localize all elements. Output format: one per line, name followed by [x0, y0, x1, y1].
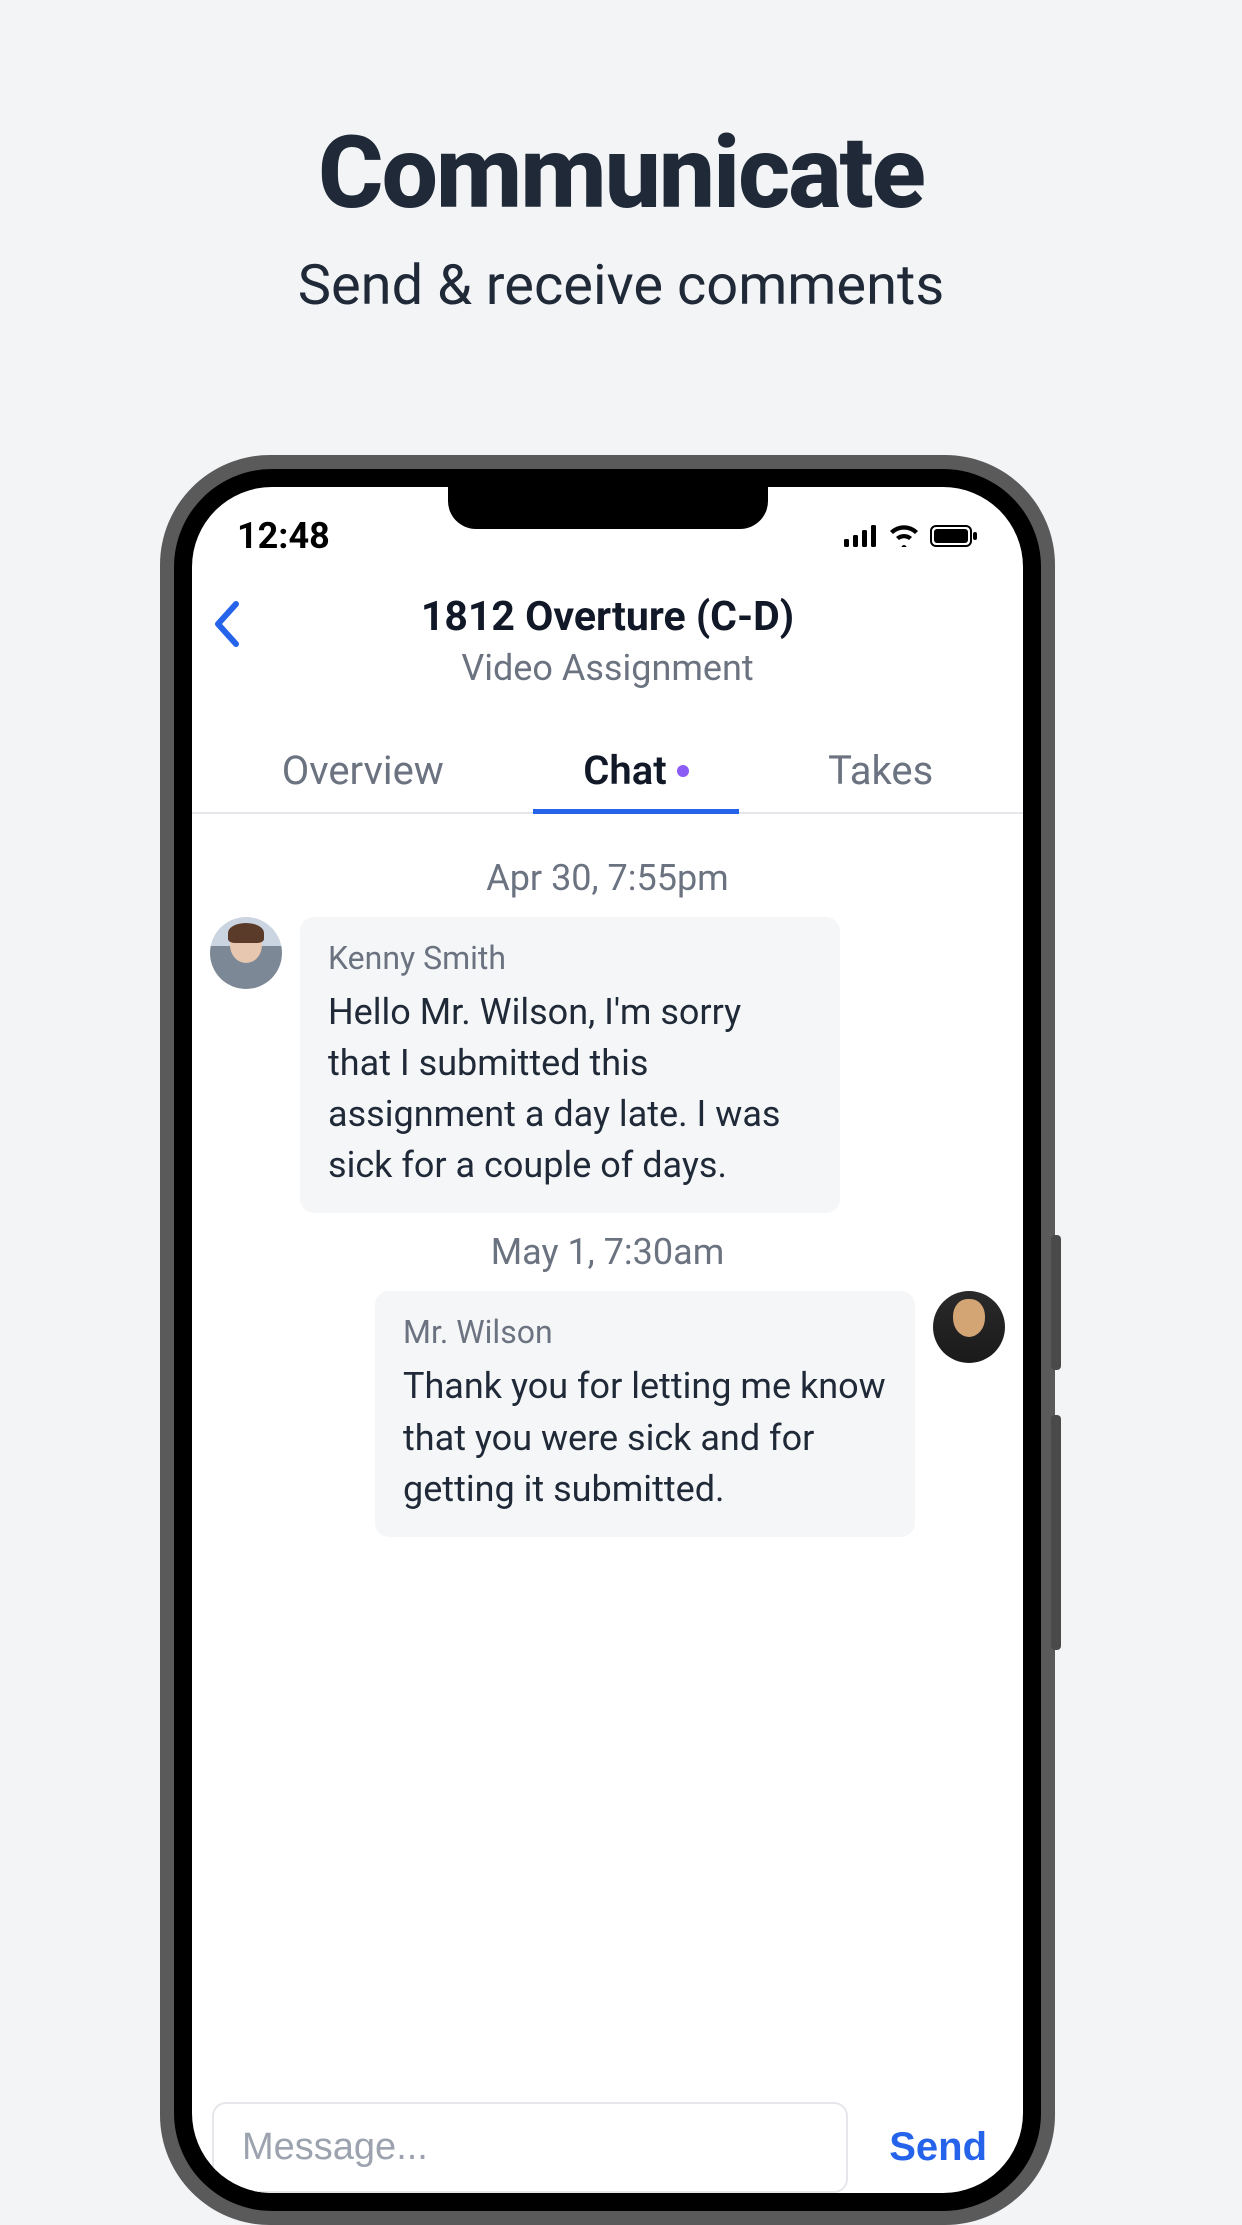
phone-frame: 12:48 1812 Overture (C-D) Video Assignme… — [160, 455, 1055, 2225]
message-text: Thank you for letting me know that you w… — [403, 1361, 887, 1514]
message-bubble: Kenny Smith Hello Mr. Wilson, I'm sorry … — [300, 917, 840, 1213]
notification-dot-icon — [677, 765, 689, 777]
nav-header: 1812 Overture (C-D) Video Assignment — [192, 565, 1023, 699]
tab-takes[interactable]: Takes — [798, 729, 963, 812]
phone-notch — [448, 487, 768, 529]
message-text: Hello Mr. Wilson, I'm sorry that I submi… — [328, 987, 812, 1191]
message-input[interactable] — [212, 2102, 848, 2193]
message-bubble: Mr. Wilson Thank you for letting me know… — [375, 1291, 915, 1536]
chat-timestamp: May 1, 7:30am — [210, 1231, 1005, 1273]
avatar[interactable] — [210, 917, 282, 989]
input-bar: Send — [192, 2090, 1023, 2193]
tab-overview[interactable]: Overview — [252, 729, 474, 812]
promo-title: Communicate — [0, 115, 1242, 232]
tab-chat[interactable]: Chat — [553, 729, 718, 812]
page-subtitle: Video Assignment — [192, 647, 1023, 689]
promo-subtitle: Send & receive comments — [0, 252, 1242, 318]
send-button[interactable]: Send — [873, 2115, 1003, 2180]
phone-side-button — [1051, 1415, 1061, 1650]
page-title: 1812 Overture (C-D) — [192, 593, 1023, 641]
cellular-icon — [844, 525, 878, 547]
battery-icon — [930, 525, 978, 547]
message-row: Kenny Smith Hello Mr. Wilson, I'm sorry … — [210, 917, 1005, 1213]
message-sender: Mr. Wilson — [403, 1313, 887, 1351]
tab-label: Chat — [583, 747, 666, 794]
promo-header: Communicate Send & receive comments — [0, 0, 1242, 318]
chat-area[interactable]: Apr 30, 7:55pm Kenny Smith Hello Mr. Wil… — [192, 814, 1023, 2090]
status-time: 12:48 — [237, 515, 330, 557]
message-row: Mr. Wilson Thank you for letting me know… — [210, 1291, 1005, 1536]
tab-label: Takes — [828, 747, 933, 794]
back-icon[interactable] — [212, 600, 240, 648]
message-sender: Kenny Smith — [328, 939, 812, 977]
tab-label: Overview — [282, 747, 444, 794]
avatar[interactable] — [933, 1291, 1005, 1363]
wifi-icon — [888, 525, 920, 547]
status-icons — [844, 525, 978, 547]
chat-timestamp: Apr 30, 7:55pm — [210, 857, 1005, 899]
tab-bar: Overview Chat Takes — [192, 729, 1023, 814]
phone-side-button — [1051, 1235, 1061, 1370]
